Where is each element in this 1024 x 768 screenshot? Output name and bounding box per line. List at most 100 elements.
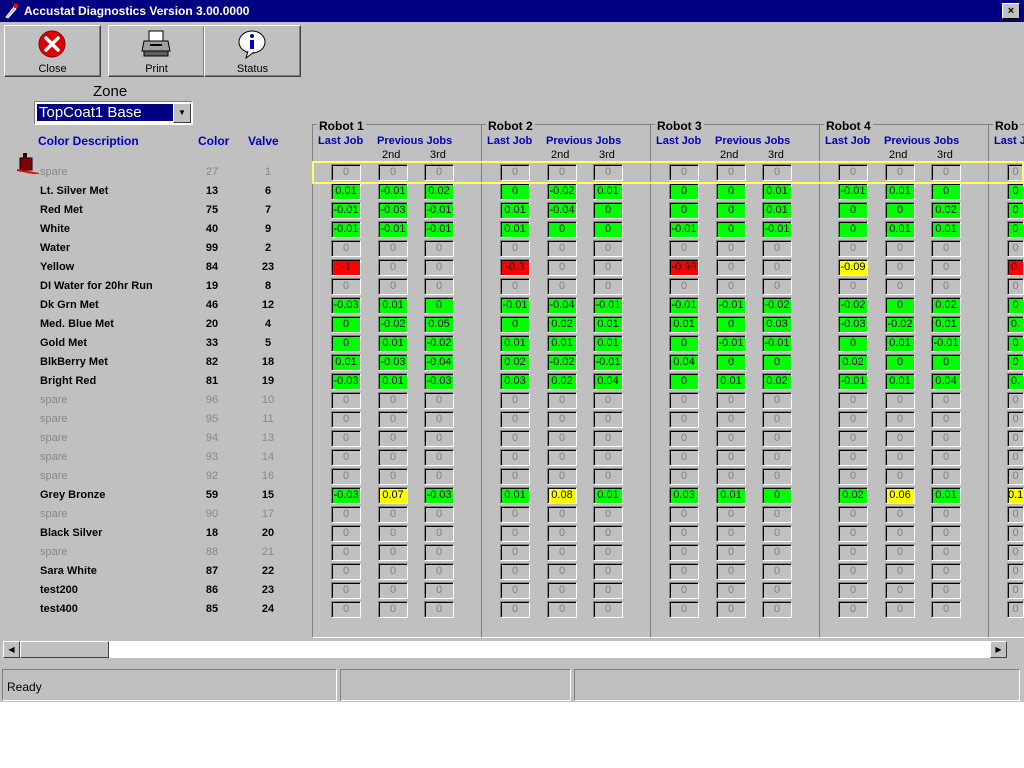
- color-description: spare: [40, 394, 68, 406]
- last-job-value: -0.01: [838, 183, 868, 200]
- color-description: BlkBerry Met: [40, 356, 108, 368]
- close-button[interactable]: Close: [4, 25, 101, 77]
- last-job-value: 0.03: [500, 373, 530, 390]
- third-job-value: 0: [762, 544, 792, 561]
- status-button-label: Status: [236, 63, 269, 75]
- last-job-value: 0: [331, 392, 361, 409]
- third-job-value: 0: [593, 411, 623, 428]
- last-job-value: 0.1: [1007, 487, 1024, 504]
- last-job-value: 0: [500, 525, 530, 542]
- status-button[interactable]: Status: [204, 25, 301, 77]
- chevron-down-icon[interactable]: ▼: [173, 103, 191, 123]
- color-number: 95: [205, 413, 219, 425]
- last-job-value: 0: [331, 544, 361, 561]
- scrollbar-thumb[interactable]: [20, 641, 109, 658]
- second-job-value: 0: [716, 259, 746, 276]
- last-job-value: -1: [331, 259, 361, 276]
- valve-number: 12: [261, 299, 275, 311]
- third-job-value: 0.01: [762, 202, 792, 219]
- last-job-value: 0: [1007, 563, 1024, 580]
- valve-number: 11: [262, 413, 274, 425]
- second-job-value: 0.01: [885, 221, 915, 238]
- last-job-value: 0: [838, 430, 868, 447]
- last-job-value: 0: [331, 430, 361, 447]
- last-job-value: 0: [838, 449, 868, 466]
- window-close-button[interactable]: ×: [1002, 3, 1020, 19]
- third-job-value: -0.01: [593, 297, 623, 314]
- color-number: 82: [205, 356, 219, 368]
- second-job-value: -0.01: [716, 297, 746, 314]
- third-job-value: 0: [593, 544, 623, 561]
- robot-title: Rob: [993, 119, 1021, 133]
- horizontal-scrollbar[interactable]: ◀ ▶: [3, 641, 1007, 658]
- third-job-header: 3rd: [599, 149, 615, 161]
- last-job-value: 0: [669, 183, 699, 200]
- last-job-value: 0: [1007, 582, 1024, 599]
- color-description: spare: [40, 508, 68, 520]
- color-number: 59: [205, 489, 219, 501]
- third-job-value: 0: [762, 430, 792, 447]
- second-job-value: 0: [378, 601, 408, 618]
- last-job-value: 0: [500, 392, 530, 409]
- arrow-left-icon[interactable]: ◀: [3, 641, 20, 658]
- third-job-value: -0.03: [424, 487, 454, 504]
- color-description: Lt. Silver Met: [40, 185, 109, 197]
- last-job-value: 0: [331, 525, 361, 542]
- third-job-value: -0.02: [424, 335, 454, 352]
- window-title: Accustat Diagnostics Version 3.00.0000: [24, 4, 250, 18]
- second-job-value: 0: [716, 392, 746, 409]
- color-description: Black Silver: [40, 527, 103, 539]
- second-job-value: 0: [547, 601, 577, 618]
- second-job-value: 0: [378, 240, 408, 257]
- last-job-value: 0: [838, 563, 868, 580]
- third-job-value: 0: [593, 582, 623, 599]
- last-job-value: 0: [1007, 430, 1024, 447]
- third-job-value: -0.01: [593, 354, 623, 371]
- print-button[interactable]: Print: [108, 25, 205, 77]
- last-job-value: 0: [500, 449, 530, 466]
- second-job-value: -0.03: [378, 202, 408, 219]
- third-job-value: 0: [424, 601, 454, 618]
- second-job-value: 0: [885, 525, 915, 542]
- last-job-value: 0: [1007, 468, 1024, 485]
- second-job-value: 0.01: [378, 335, 408, 352]
- third-job-value: 0: [762, 278, 792, 295]
- second-job-value: 0: [716, 468, 746, 485]
- second-job-value: 0: [547, 430, 577, 447]
- zone-select[interactable]: TopCoat1 Base ▼: [34, 101, 193, 125]
- third-job-value: 0.01: [593, 183, 623, 200]
- print-button-label: Print: [145, 63, 168, 75]
- last-job-value: 0: [1007, 335, 1024, 352]
- color-description: Sara White: [40, 565, 97, 577]
- second-job-value: 0: [885, 354, 915, 371]
- valve-number: 24: [261, 603, 275, 615]
- second-job-value: 0: [378, 430, 408, 447]
- color-number: 18: [205, 527, 219, 539]
- last-job-value: 0: [1007, 354, 1024, 371]
- third-job-value: 0: [762, 449, 792, 466]
- last-job-value: 0.02: [838, 354, 868, 371]
- second-job-value: 0: [716, 544, 746, 561]
- last-job-value: 0: [669, 544, 699, 561]
- last-job-value: 0.01: [669, 316, 699, 333]
- third-job-value: -0.01: [424, 202, 454, 219]
- last-job-value: 0.: [1007, 259, 1024, 276]
- second-job-value: 0: [378, 411, 408, 428]
- second-job-value: 0: [716, 525, 746, 542]
- valve-number: 20: [261, 527, 275, 539]
- color-description: Gold Met: [40, 337, 88, 349]
- color-number: 20: [205, 318, 219, 330]
- third-job-value: -0.01: [931, 335, 961, 352]
- third-job-value: 0.02: [424, 183, 454, 200]
- arrow-right-icon[interactable]: ▶: [990, 641, 1007, 658]
- color-description: spare: [40, 451, 68, 463]
- third-job-value: -0.03: [424, 373, 454, 390]
- previous-jobs-header: Previous Jobs: [715, 135, 791, 147]
- color-description: Grey Bronze: [40, 489, 106, 501]
- color-number: 46: [205, 299, 219, 311]
- last-job-value: -0.01: [669, 297, 699, 314]
- color-number: 84: [205, 261, 219, 273]
- third-job-value: 0: [931, 563, 961, 580]
- second-job-value: 0.06: [885, 487, 915, 504]
- last-job-value: 0: [331, 278, 361, 295]
